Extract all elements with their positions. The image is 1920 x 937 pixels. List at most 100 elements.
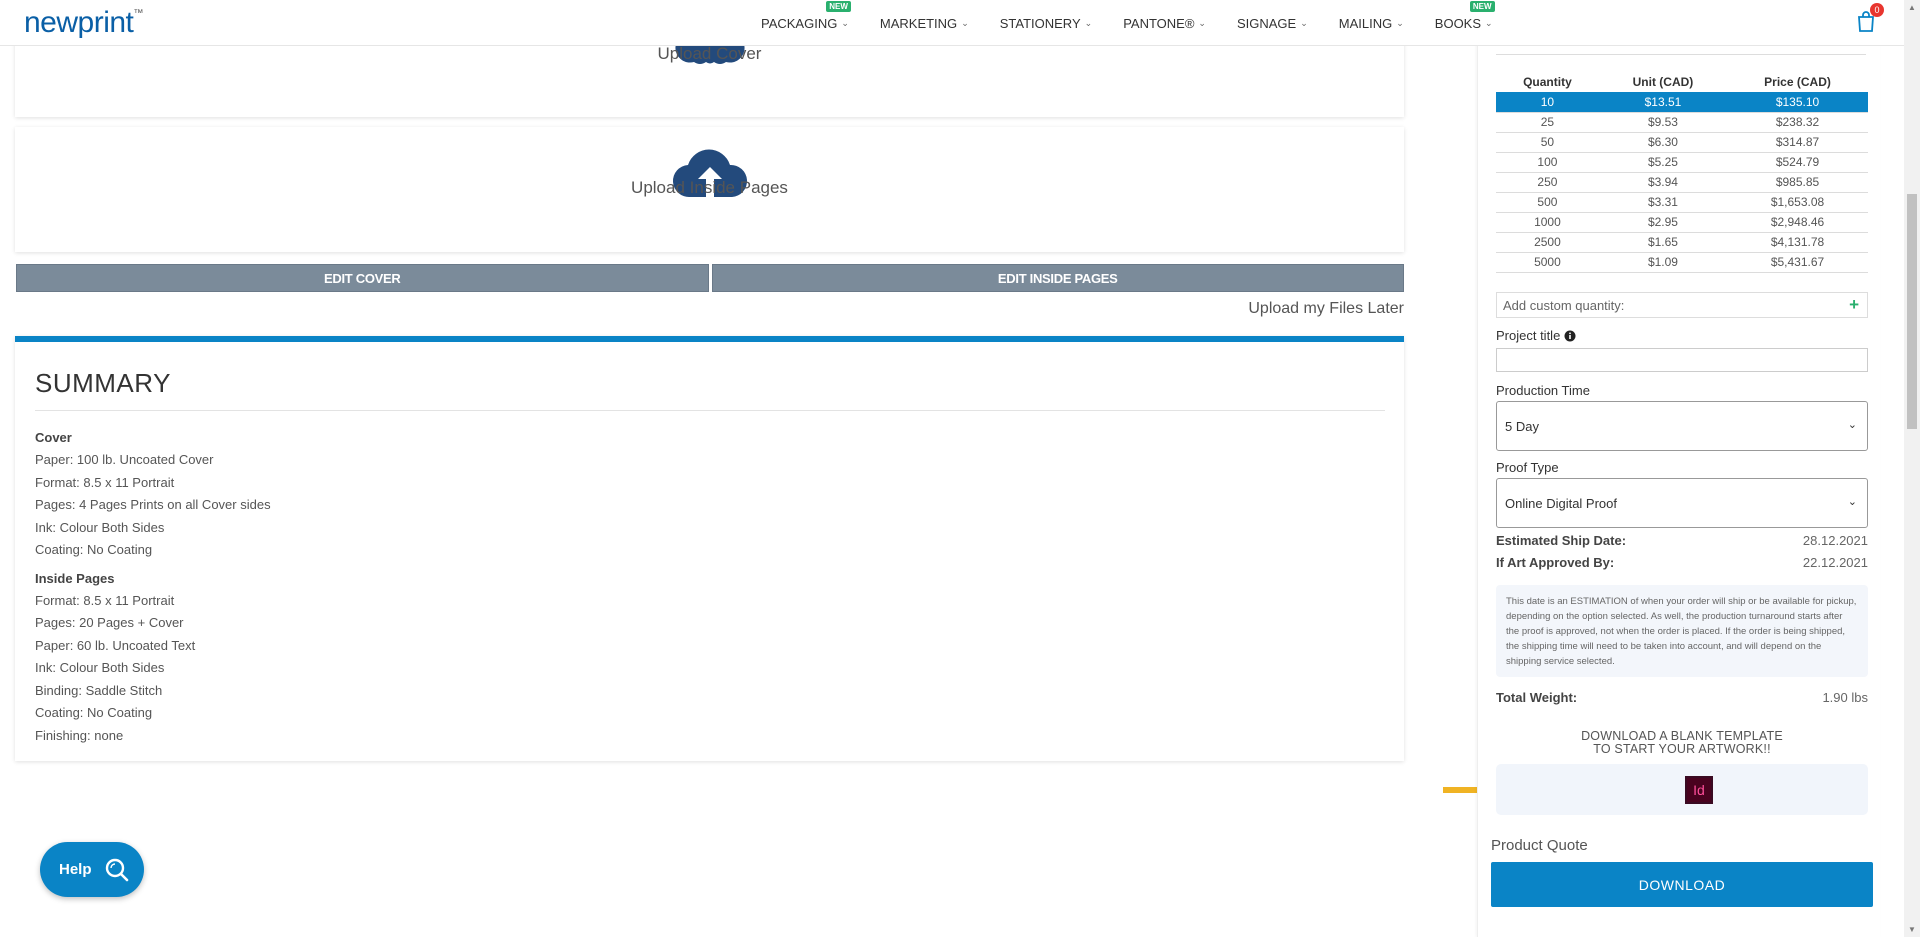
unit-price-cell: $9.53 (1598, 112, 1728, 133)
project-title-input[interactable] (1496, 348, 1868, 372)
cover-spec-item: Format: 8.5 x 11 Portrait (35, 474, 175, 490)
indesign-icon-label: Id (1687, 778, 1711, 802)
total-price-cell: $985.85 (1727, 172, 1868, 193)
inside-pages-spec-item: Finishing: none (35, 727, 124, 743)
inside-pages-spec-item: Binding: Saddle Stitch (35, 682, 163, 698)
nav-item-books[interactable]: BOOKS ⌄ NEW (1435, 0, 1495, 31)
art-approved-value: 22.12.2021 (1802, 555, 1868, 570)
quantity-cell: 1000 (1496, 212, 1599, 233)
quantity-cell: 10 (1496, 92, 1599, 113)
proof-type-value: Online Digital Proof (1505, 495, 1617, 511)
upload-cover-label[interactable]: Upload Cover (15, 44, 1404, 64)
pricing-row[interactable]: 5000 $1.09 $5,431.67 (1496, 252, 1868, 273)
add-quantity-icon[interactable]: + (1849, 295, 1859, 315)
chevron-down-icon: ⌄ (1300, 17, 1308, 28)
scroll-down-arrow-icon[interactable]: ▼ (1908, 925, 1916, 934)
custom-quantity-input[interactable]: Add custom quantity: + (1496, 292, 1868, 318)
scrollbar-thumb[interactable] (1907, 194, 1917, 429)
edit-cover-button[interactable]: EDIT COVER (16, 264, 709, 292)
cover-spec-item: Paper: 100 lb. Uncoated Cover (35, 452, 214, 467)
unit-column-header: Unit (CAD) (1632, 75, 1694, 89)
chevron-down-icon: ⌄ (1847, 496, 1857, 508)
quantity-cell: 50 (1496, 132, 1599, 153)
pricing-table: Quantity Unit (CAD) Price (CAD) 10 $13.51… (1496, 72, 1868, 273)
quantity-cell: 2500 (1496, 232, 1599, 253)
newprint-logo[interactable]: newprint™ (24, 6, 143, 40)
quantity-cell: 250 (1496, 172, 1599, 193)
nav-item-packaging[interactable]: PACKAGING ⌄ NEW (761, 0, 851, 31)
custom-quantity-placeholder: Add custom quantity: (1503, 297, 1625, 313)
new-badge: NEW (826, 0, 851, 12)
inside-pages-spec-item: Format: 8.5 x 11 Portrait (35, 592, 175, 608)
summary-title: SUMMARY (35, 368, 171, 398)
nav-item-label: MAILING (1338, 15, 1393, 31)
upload-files-later-link[interactable]: Upload my Files Later (1248, 300, 1404, 318)
unit-price-cell: $13.51 (1598, 92, 1728, 113)
cart-count-badge: 0 (1870, 3, 1884, 17)
pricing-row[interactable]: 50 $6.30 $314.87 (1496, 132, 1868, 153)
product-quote-label: Product Quote (1491, 837, 1588, 854)
nav-item-marketing[interactable]: MARKETING ⌄ (880, 16, 969, 31)
scroll-up-arrow-icon[interactable]: ▲ (1908, 3, 1916, 12)
proof-type-select[interactable]: Online Digital Proof ⌄ (1496, 478, 1868, 528)
chevron-down-icon: ⌄ (841, 17, 849, 28)
unit-price-cell: $6.30 (1598, 132, 1728, 153)
total-weight-label: Total Weight: (1496, 690, 1578, 705)
unit-price-cell: $1.09 (1598, 252, 1728, 273)
pricing-row[interactable]: 500 $3.31 $1,653.08 (1496, 192, 1868, 213)
blank-template-heading-line2: TO START YOUR ARTWORK!! (1593, 742, 1771, 756)
pricing-row[interactable]: 10 $13.51 $135.10 (1496, 92, 1868, 113)
main-nav: PACKAGING ⌄ NEW MARKETING ⌄ STATIONERY ⌄ PANTON… (761, 0, 1524, 46)
total-price-cell: $524.79 (1727, 152, 1868, 173)
upload-inside-pages-label[interactable]: Upload Inside Pages (15, 178, 1404, 198)
pricing-row[interactable]: 2500 $1.65 $4,131.78 (1496, 232, 1868, 253)
pricing-row[interactable]: 1000 $2.95 $2,948.46 (1496, 212, 1868, 233)
production-time-select[interactable]: 5 Day ⌄ (1496, 401, 1868, 451)
quantity-cell: 100 (1496, 152, 1599, 173)
chevron-down-icon: ⌄ (1396, 17, 1404, 28)
total-price-cell: $314.87 (1727, 132, 1868, 153)
summary-body: Cover Paper: 100 lb. Uncoated Cover Forma… (35, 427, 271, 747)
template-download-box: Id (1496, 764, 1868, 815)
quantity-column-header: Quantity (1523, 75, 1572, 89)
project-title-label: Project title (1496, 328, 1576, 343)
total-weight-row: Total Weight: 1.90 lbs (1496, 690, 1868, 705)
chevron-down-icon: ⌄ (961, 17, 969, 28)
pricing-row[interactable]: 250 $3.94 $985.85 (1496, 172, 1868, 193)
nav-item-label: STATIONERY (999, 15, 1081, 31)
edit-inside-pages-button[interactable]: EDIT INSIDE PAGES (711, 264, 1404, 292)
nav-item-stationery[interactable]: STATIONERY ⌄ (1000, 16, 1092, 31)
cover-spec-list: Paper: 100 lb. Uncoated Cover Format: 8.5… (35, 449, 271, 562)
total-price-cell: $1,653.08 (1727, 192, 1868, 213)
blank-template-heading: DOWNLOAD A BLANK TEMPLATE TO START YOUR … (1496, 730, 1868, 756)
unit-price-cell: $3.94 (1598, 172, 1728, 193)
nav-item-mailing[interactable]: MAILING ⌄ (1339, 16, 1404, 31)
art-approved-label: If Art Approved By: (1496, 555, 1615, 570)
logo-text: newprint (24, 6, 134, 39)
total-price-cell: $135.10 (1727, 92, 1868, 113)
pricing-row[interactable]: 100 $5.25 $524.79 (1496, 152, 1868, 173)
help-button[interactable]: Help (40, 842, 144, 897)
summary-panel: SUMMARY Cover Paper: 100 lb. Uncoated Co… (15, 336, 1404, 761)
unit-price-cell: $1.65 (1598, 232, 1728, 253)
inside-pages-spec-item: Ink: Colour Both Sides (35, 660, 165, 675)
upload-inside-pages-panel[interactable]: Upload Inside Pages (15, 127, 1404, 252)
nav-item-pantone[interactable]: PANTONE® ⌄ (1123, 16, 1206, 31)
indesign-template-icon[interactable]: Id (1685, 776, 1713, 804)
chevron-down-icon: ⌄ (1485, 17, 1493, 28)
ship-date-note: This date is an ESTIMATION of when your … (1496, 585, 1868, 677)
pricing-row[interactable]: 25 $9.53 $238.32 (1496, 112, 1868, 133)
estimated-ship-date-row: Estimated Ship Date: 28.12.2021 (1496, 533, 1868, 548)
inside-pages-spec-item: Pages: 20 Pages + Cover (35, 615, 184, 630)
download-quote-button[interactable]: DOWNLOAD (1491, 862, 1873, 907)
nav-item-signage[interactable]: SIGNAGE ⌄ (1237, 16, 1308, 31)
chevron-down-icon: ⌄ (1084, 17, 1093, 28)
unit-price-cell: $5.25 (1598, 152, 1728, 173)
order-sidebar: Quantity Unit (CAD) Price (CAD) 10 $13.51… (1477, 0, 1880, 937)
cover-heading: Cover (35, 430, 72, 445)
production-time-value: 5 Day (1505, 418, 1539, 434)
info-icon[interactable] (1564, 330, 1576, 342)
inside-pages-spec-list: Format: 8.5 x 11 Portrait Pages: 20 Pages… (35, 590, 271, 748)
page-scrollbar[interactable]: ▲ ▼ (1904, 0, 1920, 937)
total-price-cell: $5,431.67 (1727, 252, 1868, 273)
